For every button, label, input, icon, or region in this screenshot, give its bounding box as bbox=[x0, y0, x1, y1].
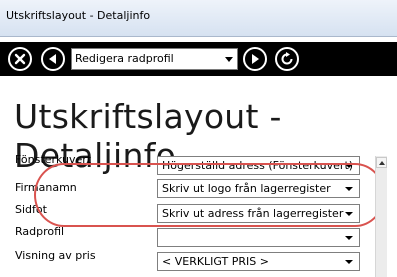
firmanamn-value: Skriv ut logo från lagerregister bbox=[162, 182, 331, 195]
close-button[interactable] bbox=[8, 47, 32, 71]
radprofil-select[interactable] bbox=[157, 228, 360, 247]
chevron-down-icon bbox=[345, 187, 353, 191]
arrow-right-icon bbox=[252, 54, 259, 64]
vertical-scrollbar[interactable] bbox=[375, 156, 387, 277]
back-button[interactable] bbox=[41, 47, 65, 71]
profile-selector[interactable]: Redigera radprofil bbox=[71, 48, 238, 70]
field-label-radprofil: Radprofil bbox=[15, 225, 65, 238]
refresh-button[interactable] bbox=[275, 47, 299, 71]
arrow-left-icon bbox=[49, 54, 56, 64]
toolbar: Redigera radprofil bbox=[0, 42, 397, 76]
chevron-down-icon bbox=[345, 260, 353, 264]
window-title: Utskriftslayout - Detaljinfo bbox=[6, 9, 151, 22]
forward-button[interactable] bbox=[243, 47, 267, 71]
title-bar: Utskriftslayout - Detaljinfo bbox=[0, 0, 397, 37]
chevron-down-icon bbox=[345, 236, 353, 240]
sidfot-select[interactable]: Skriv ut adress från lagerregister bbox=[157, 204, 360, 223]
scroll-up-button[interactable] bbox=[376, 157, 387, 168]
chevron-down-icon bbox=[345, 164, 353, 168]
visning-av-pris-value: < VERKLIGT PRIS > bbox=[162, 255, 269, 268]
fonsterkuvert-select[interactable]: Högerställd adress (Fönsterkuvert) bbox=[157, 156, 360, 175]
fonsterkuvert-value: Högerställd adress (Fönsterkuvert) bbox=[162, 159, 354, 172]
chevron-down-icon bbox=[345, 212, 353, 216]
field-label-sidfot: Sidfot bbox=[15, 203, 47, 216]
sidfot-value: Skriv ut adress från lagerregister bbox=[162, 207, 344, 220]
chevron-down-icon bbox=[225, 57, 233, 62]
field-label-firmanamn: Firmanamn bbox=[15, 181, 77, 194]
close-icon bbox=[14, 53, 26, 65]
visning-av-pris-select[interactable]: < VERKLIGT PRIS > bbox=[157, 252, 360, 271]
field-label-fonsterkuvert: Fönsterkuvert bbox=[15, 153, 92, 166]
firmanamn-select[interactable]: Skriv ut logo från lagerregister bbox=[157, 179, 360, 198]
field-label-visning-av-pris: Visning av pris bbox=[15, 249, 96, 262]
profile-selector-value: Redigera radprofil bbox=[75, 52, 174, 65]
refresh-icon bbox=[281, 52, 293, 65]
